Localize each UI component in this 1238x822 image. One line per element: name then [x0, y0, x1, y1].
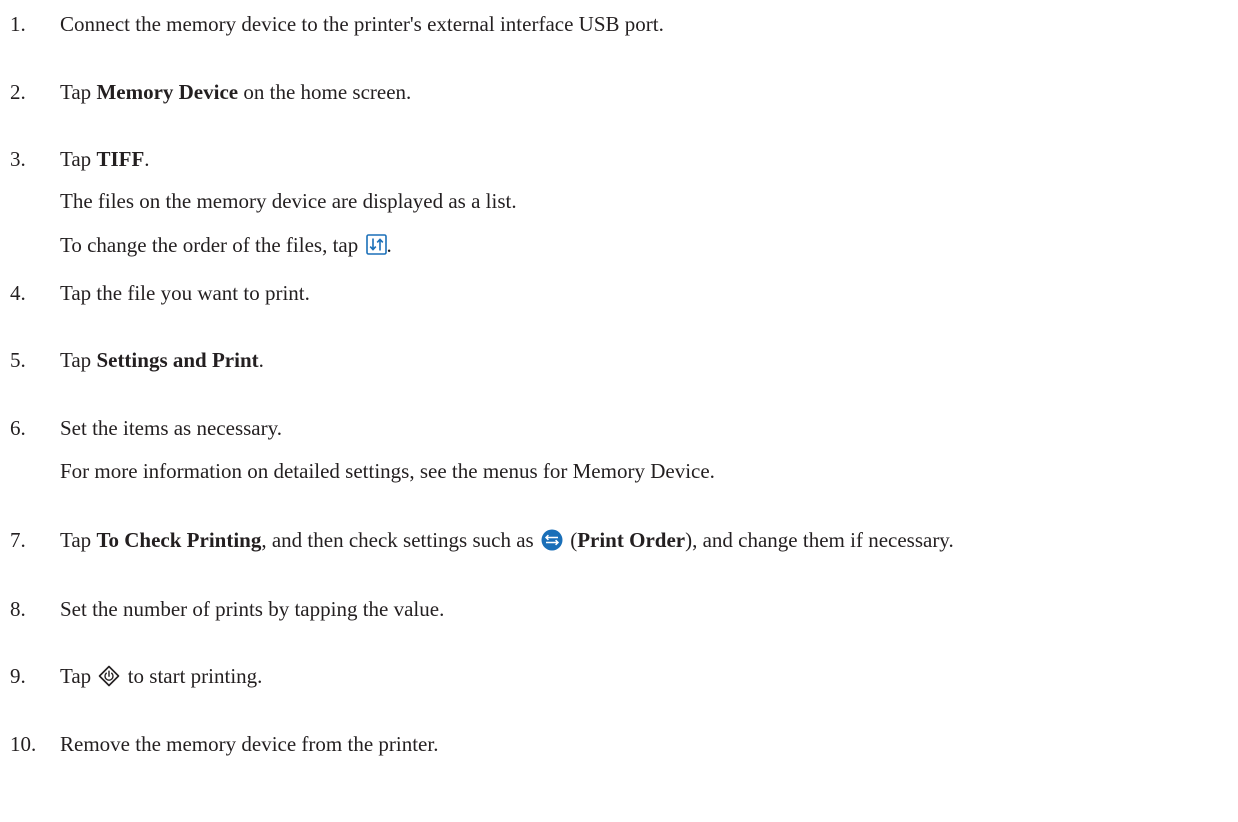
step-number: 6.	[10, 416, 26, 440]
step-6: 6. Set the items as necessary. For more …	[0, 414, 1238, 483]
step-text: Tap TIFF.	[60, 147, 150, 171]
step-10: 10. Remove the memory device from the pr…	[0, 730, 1238, 758]
step-5: 5. Tap Settings and Print.	[0, 346, 1238, 374]
step-number: 7.	[10, 528, 26, 552]
step-9: 9. Tap to start printing.	[0, 662, 1238, 690]
ui-term-to-check-printing: To Check Printing	[96, 528, 262, 552]
step-7: 7. Tap To Check Printing, and then check…	[0, 526, 1238, 554]
step-text: Set the number of prints by tapping the …	[60, 597, 445, 621]
step-1: 1. Connect the memory device to the prin…	[0, 10, 1238, 38]
step-number: 4.	[10, 281, 26, 305]
start-icon	[98, 665, 120, 687]
step-number: 3.	[10, 147, 26, 171]
ui-term-print-order: Print Order	[577, 528, 686, 552]
step-note: For more information on detailed setting…	[60, 459, 715, 483]
ui-term-memory-device: Memory Device	[96, 80, 239, 104]
step-text: Tap To Check Printing, and then check se…	[60, 528, 954, 552]
step-8: 8. Set the number of prints by tapping t…	[0, 595, 1238, 623]
step-3: 3. Tap TIFF. The files on the memory dev…	[0, 145, 1238, 257]
ui-term-tiff: TIFF	[96, 147, 145, 171]
sort-order-icon	[365, 234, 387, 255]
step-text: Tap Settings and Print.	[60, 348, 264, 372]
step-4: 4. Tap the file you want to print.	[0, 279, 1238, 307]
step-note: The files on the memory device are displ…	[60, 189, 517, 213]
step-text: Tap to start printing.	[60, 664, 263, 688]
print-order-icon	[541, 529, 563, 551]
step-note: To change the order of the files, tap .	[60, 233, 392, 257]
step-text: Tap the file you want to print.	[60, 281, 310, 305]
step-text: Tap Memory Device on the home screen.	[60, 80, 412, 104]
step-text: Connect the memory device to the printer…	[60, 12, 664, 36]
step-number: 10.	[10, 732, 37, 756]
step-2: 2. Tap Memory Device on the home screen.	[0, 78, 1238, 106]
step-number: 8.	[10, 597, 26, 621]
step-number: 9.	[10, 664, 26, 688]
step-number: 2.	[10, 80, 26, 104]
step-number: 5.	[10, 348, 26, 372]
step-number: 1.	[10, 12, 26, 36]
ui-term-settings-and-print: Settings and Print	[96, 348, 259, 372]
step-text: Set the items as necessary.	[60, 416, 282, 440]
step-text: Remove the memory device from the printe…	[60, 732, 439, 756]
